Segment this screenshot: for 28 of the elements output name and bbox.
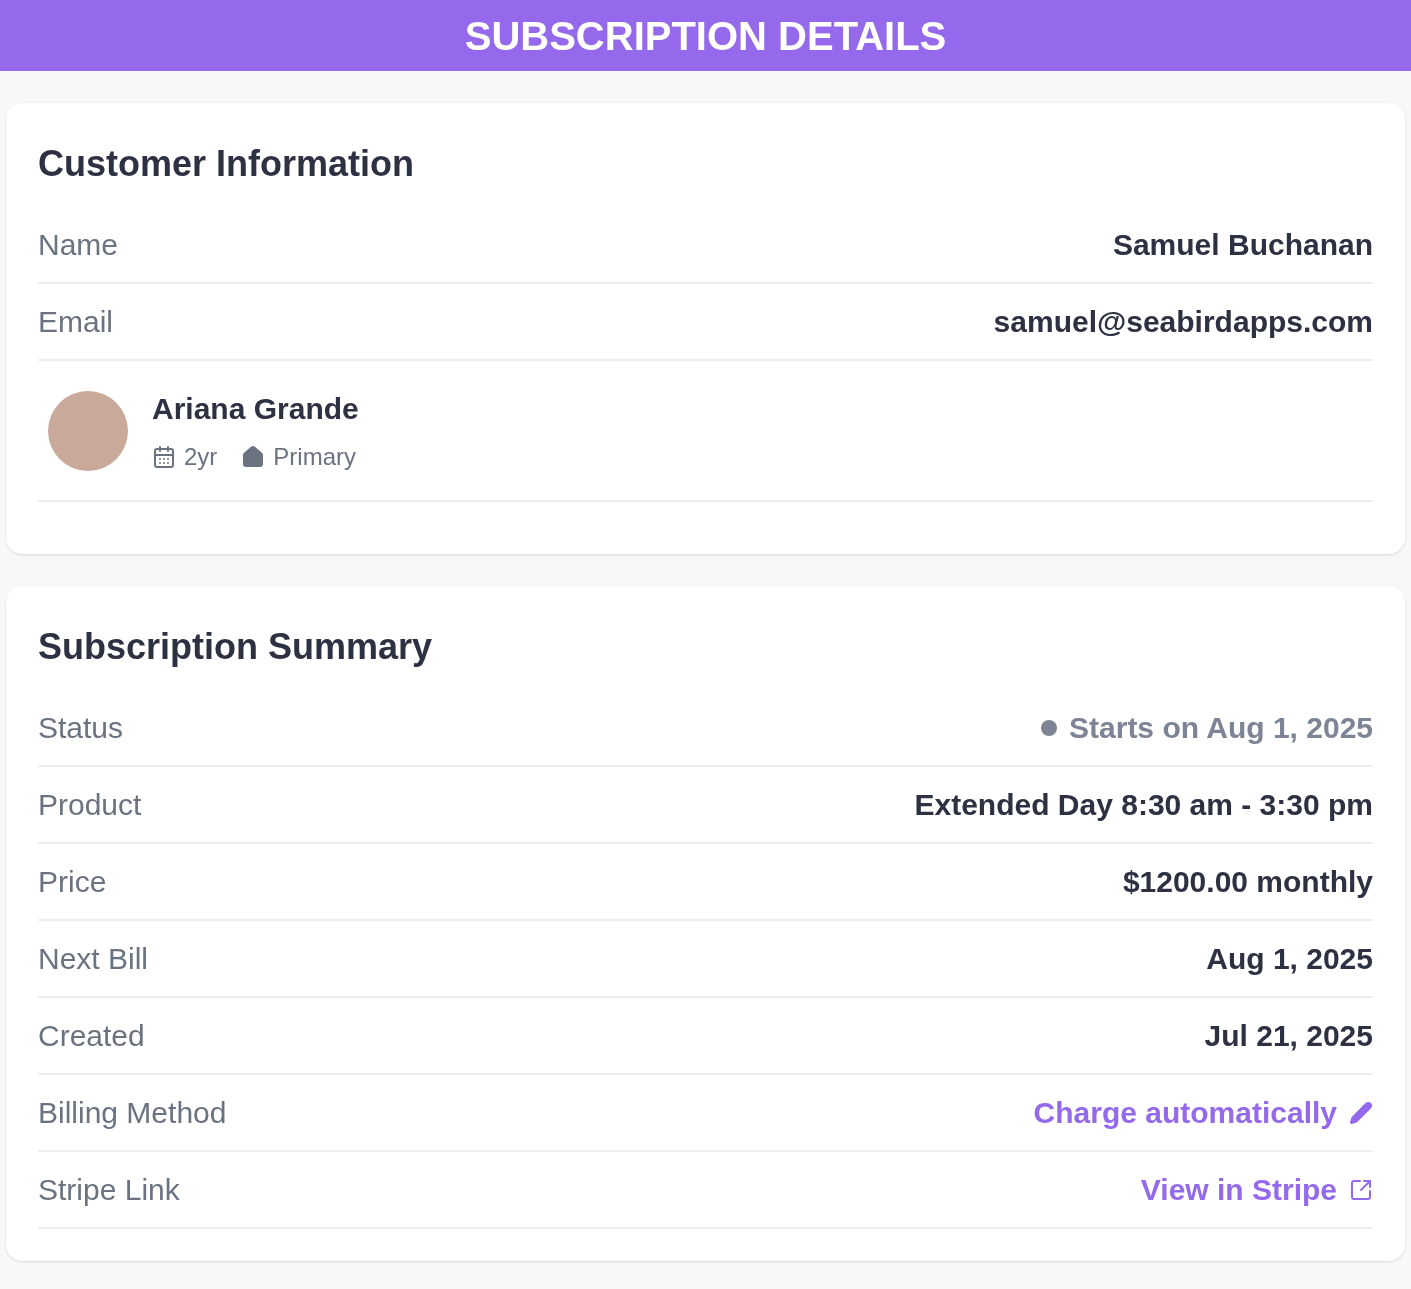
field-label: Stripe Link — [38, 1172, 180, 1208]
field-value: Aug 1, 2025 — [1206, 941, 1373, 977]
field-value: Samuel Buchanan — [1112, 227, 1373, 263]
child-name: Ariana Grande — [152, 391, 359, 427]
field-label: Created — [38, 1018, 145, 1054]
field-label: Status — [38, 710, 124, 746]
house-icon — [241, 445, 266, 469]
status-text: Starts on Aug 1, 2025 — [1069, 710, 1373, 746]
external-link-icon[interactable] — [1349, 1177, 1373, 1202]
field-value: $1200.00 monthly — [1122, 864, 1373, 900]
child-role: Primary — [273, 442, 356, 472]
pencil-icon[interactable] — [1349, 1100, 1373, 1125]
field-label: Price — [38, 864, 107, 900]
field-value: samuel@seabirdapps.com — [993, 304, 1373, 340]
page-title: SUBSCRIPTION DETAILS — [464, 12, 947, 60]
field-label: Email — [38, 304, 113, 340]
stripe-link[interactable]: View in Stripe — [1140, 1167, 1337, 1212]
field-label: Name — [38, 227, 119, 263]
field-label: Next Bill — [38, 941, 149, 977]
section-title: Customer Information — [38, 142, 415, 186]
field-label: Billing Method — [38, 1095, 227, 1131]
child-age: 2yr — [184, 442, 218, 472]
calendar-icon — [152, 445, 176, 469]
field-value: Jul 21, 2025 — [1204, 1018, 1373, 1054]
section-title: Subscription Summary — [38, 625, 434, 669]
field-label: Product — [38, 787, 142, 823]
billing-method-link[interactable]: Charge automatically — [1033, 1090, 1337, 1135]
field-value: Extended Day 8:30 am - 3:30 pm — [914, 787, 1373, 823]
